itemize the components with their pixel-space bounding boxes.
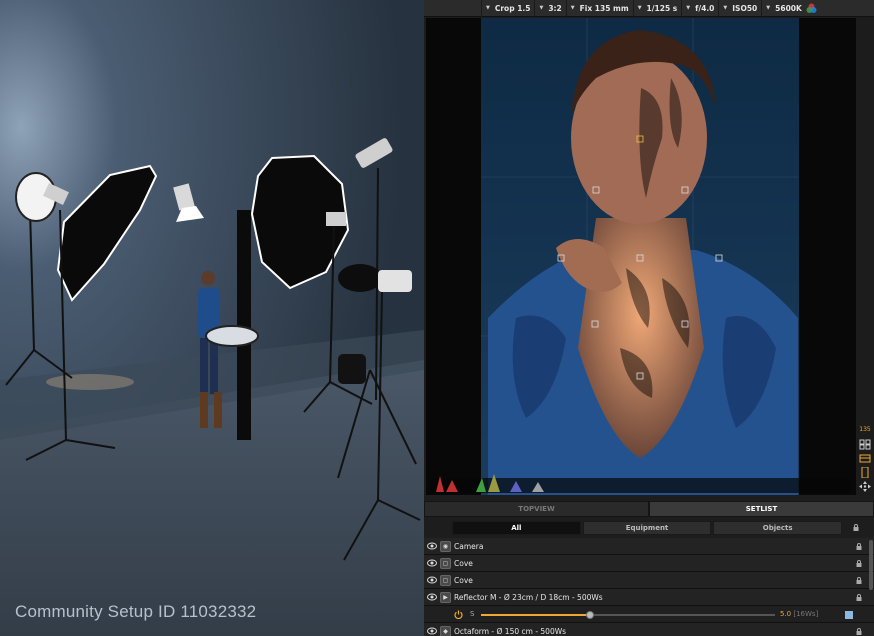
power-icon[interactable] <box>454 610 463 619</box>
reflector-icon: ▶ <box>440 591 451 603</box>
setlist-scrollbar[interactable] <box>869 540 873 590</box>
filter-equipment[interactable]: Equipment <box>582 521 712 535</box>
reflector-disk[interactable] <box>205 325 259 347</box>
community-setup-label: Community Setup ID 11032332 <box>15 602 257 621</box>
power-value: 5.0 [16Ws] <box>780 610 819 618</box>
studio-scene <box>0 0 424 636</box>
black-flag[interactable] <box>237 210 251 440</box>
setlist-row-cove-1[interactable]: ▢ Cove <box>424 555 874 572</box>
move-arrows-icon[interactable] <box>859 481 871 492</box>
iso-dropdown[interactable]: ▼ ISO50 <box>718 0 761 17</box>
power-slider[interactable] <box>481 611 775 619</box>
lock-icon[interactable] <box>856 560 862 567</box>
lock-icon[interactable] <box>853 524 859 531</box>
focal-length-dropdown[interactable]: ▼ Fix 135 mm <box>565 0 633 17</box>
camera-panel: ▼ Crop 1.5 ▼ 3:2 ▼ Fix 135 mm ▼ 1/125 s … <box>424 0 874 636</box>
landscape-frame-icon[interactable] <box>859 453 871 464</box>
power-slider-knob[interactable] <box>585 611 594 619</box>
setlist-row-label: Reflector M - Ø 23cm / D 18cm - 500Ws <box>454 592 603 602</box>
iso-value: ISO50 <box>732 3 758 13</box>
setlist: ◉ Camera ▢ Cove ▢ Cove ▶ Reflector M - Ø… <box>424 538 874 636</box>
filter-all[interactable]: All <box>452 521 581 535</box>
light-color-swatch[interactable] <box>845 611 853 619</box>
focal-length-value: Fix 135 mm <box>579 3 629 13</box>
lock-icon[interactable] <box>856 594 862 601</box>
visibility-eye-icon[interactable] <box>427 542 437 550</box>
tab-setlist[interactable]: SETLIST <box>649 501 874 517</box>
chevron-down-icon: ▼ <box>766 5 771 11</box>
white-balance-dropdown[interactable]: ▼ 5600K <box>761 0 821 17</box>
aperture-dropdown[interactable]: ▼ f/4.0 <box>681 0 718 17</box>
chevron-down-icon: ▼ <box>723 5 728 11</box>
power-slider-row: S 5.0 [16Ws] <box>424 606 874 623</box>
chevron-down-icon: ▼ <box>637 5 642 11</box>
filter-objects[interactable]: Objects <box>713 521 843 535</box>
cove-icon: ▢ <box>440 557 451 569</box>
color-wheel-icon[interactable] <box>806 3 817 14</box>
setlist-row-label: Camera <box>454 541 484 551</box>
view-tabs: TOPVIEW SETLIST <box>424 501 874 517</box>
visibility-eye-icon[interactable] <box>427 593 437 601</box>
tab-topview[interactable]: TOPVIEW <box>424 501 649 517</box>
octaform-icon: ◆ <box>440 625 451 636</box>
camera-side-toolbar: 135 <box>856 18 874 495</box>
setlist-row-octaform[interactable]: ◆ Octaform - Ø 150 cm - 500Ws <box>424 623 874 636</box>
chevron-down-icon: ▼ <box>539 5 544 11</box>
setlist-row-label: Cove <box>454 575 473 585</box>
grid-view-icon[interactable] <box>859 439 871 450</box>
lock-icon[interactable] <box>856 628 862 635</box>
setlist-row-label: Cove <box>454 558 473 568</box>
camera-icon: ◉ <box>440 540 451 552</box>
aspect-ratio-value: 3:2 <box>548 3 562 13</box>
camera-preview[interactable] <box>426 18 856 495</box>
chevron-down-icon: ▼ <box>570 5 575 11</box>
visibility-eye-icon[interactable] <box>427 576 437 584</box>
visibility-eye-icon[interactable] <box>427 559 437 567</box>
visibility-eye-icon[interactable] <box>427 627 437 635</box>
cove-icon: ▢ <box>440 574 451 586</box>
floor-light-pattern <box>46 374 134 390</box>
lock-icon[interactable] <box>856 543 862 550</box>
lock-icon[interactable] <box>856 577 862 584</box>
setlist-filter-tabs: All Equipment Objects <box>452 521 844 535</box>
aspect-ratio-dropdown[interactable]: ▼ 3:2 <box>534 0 565 17</box>
aperture-value: f/4.0 <box>695 3 715 13</box>
shutter-speed-dropdown[interactable]: ▼ 1/125 s <box>632 0 682 17</box>
white-balance-value: 5600K <box>775 3 802 13</box>
setlist-row-cove-2[interactable]: ▢ Cove <box>424 572 874 589</box>
crop-dropdown[interactable]: ▼ Crop 1.5 <box>481 0 534 17</box>
setlist-row-label: Octaform - Ø 150 cm - 500Ws <box>454 626 567 636</box>
setlist-row-camera[interactable]: ◉ Camera <box>424 538 874 555</box>
slider-letter: S <box>470 610 475 618</box>
chevron-down-icon: ▼ <box>686 5 691 11</box>
camera-body[interactable] <box>338 354 366 384</box>
portrait-frame-icon[interactable] <box>859 467 871 478</box>
setlist-row-reflector[interactable]: ▶ Reflector M - Ø 23cm / D 18cm - 500Ws <box>424 589 874 606</box>
camera-toolbar: ▼ Crop 1.5 ▼ 3:2 ▼ Fix 135 mm ▼ 1/125 s … <box>424 0 874 17</box>
zoom-level: 135 <box>859 426 871 433</box>
shutter-speed-value: 1/125 s <box>646 3 678 13</box>
chevron-down-icon: ▼ <box>486 5 490 11</box>
studio-3d-viewport[interactable]: Community Setup ID 11032332 <box>0 0 424 636</box>
camera-preview-image <box>430 18 850 495</box>
crop-value: Crop 1.5 <box>494 3 531 13</box>
power-slider-fill <box>481 614 590 616</box>
